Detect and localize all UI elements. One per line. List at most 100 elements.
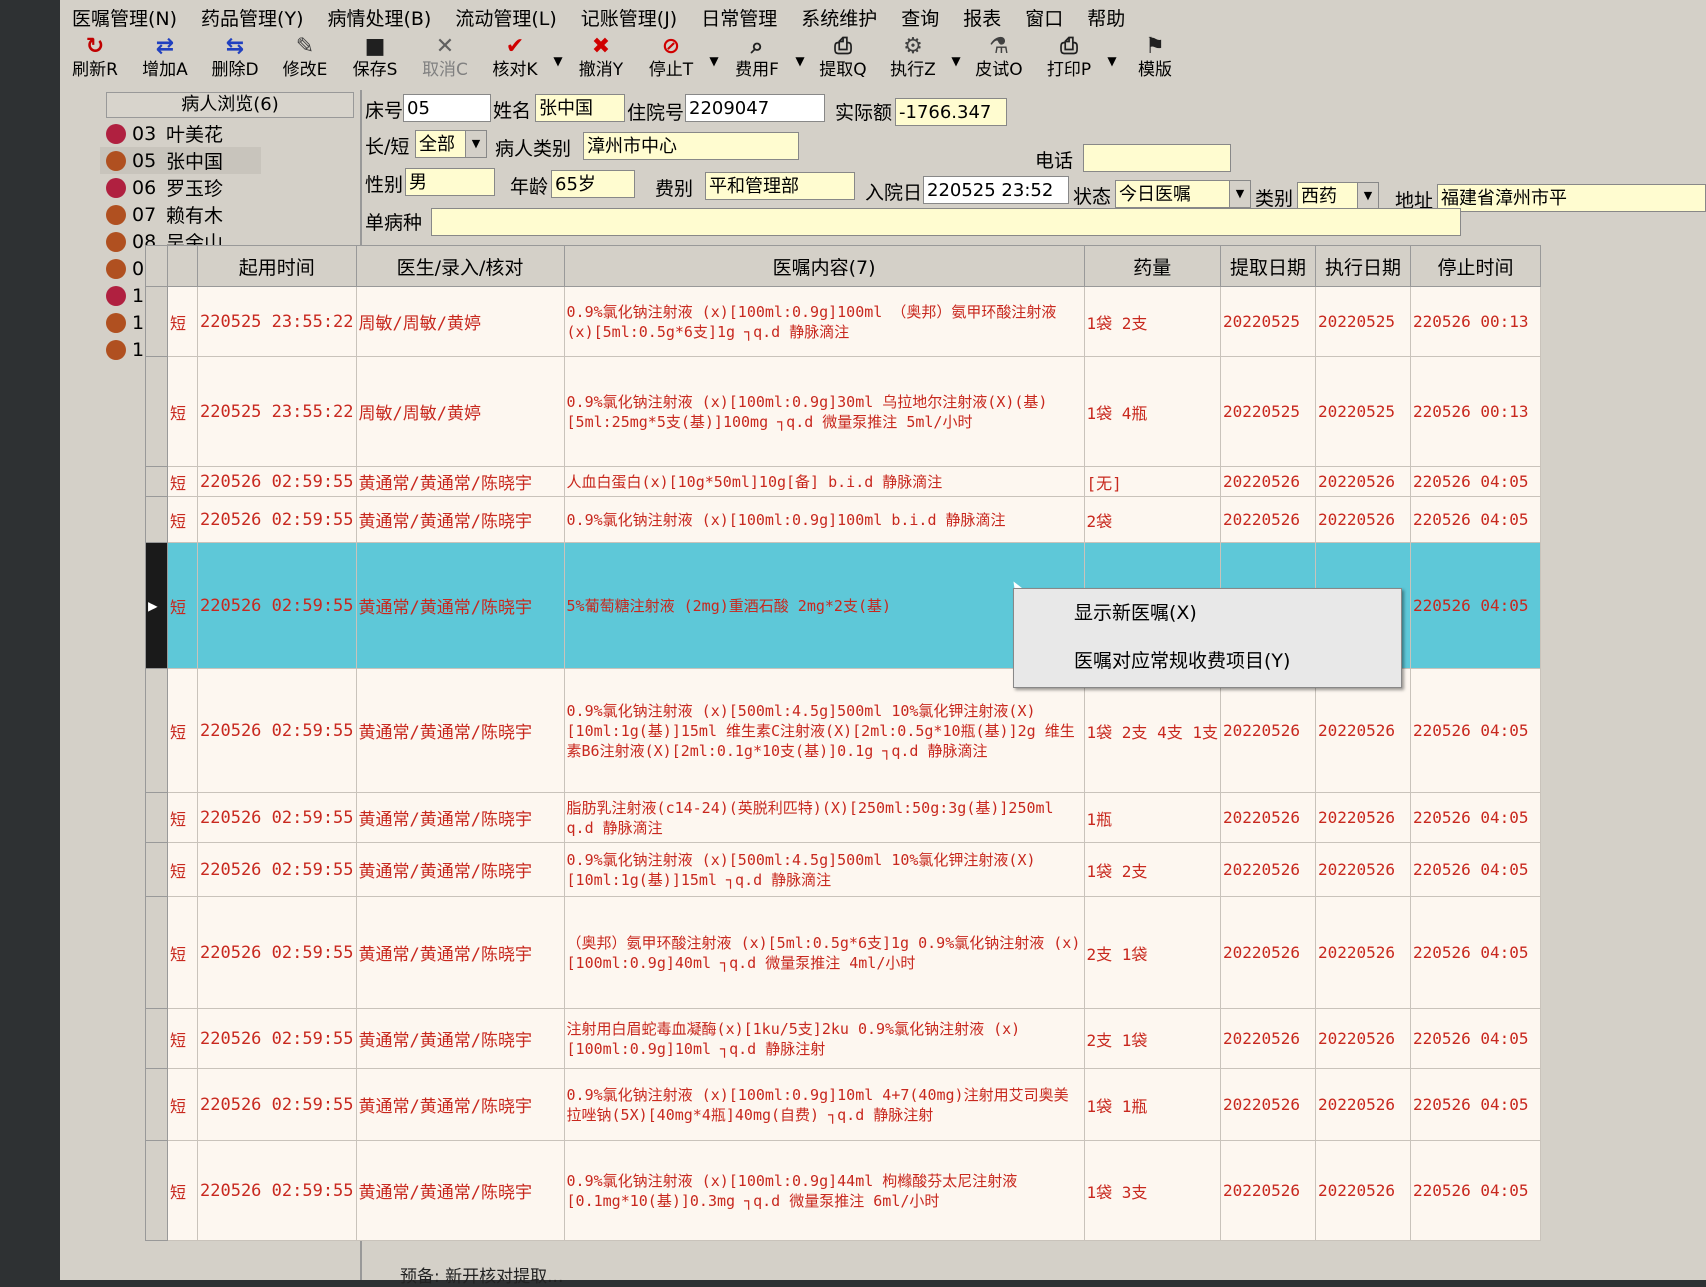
- table-row[interactable]: 短 220525 23:55:22 周敏/周敏/黄婷 0.9%氯化钠注射液 (x)[1…: [145, 356, 1541, 467]
- row-indicator[interactable]: [145, 668, 168, 793]
- toolbar-button-11[interactable]: ⚙ 执行Z: [878, 34, 948, 88]
- chevron-down-icon[interactable]: ▼: [792, 34, 808, 88]
- name-field[interactable]: 张中国: [535, 94, 625, 122]
- toolbar-button-6[interactable]: ✔ 核对K: [480, 34, 550, 88]
- table-row[interactable]: 短 220526 02:59:55 黄通常/黄通常/陈晓宇 0.9%氯化钠注射液 (x…: [145, 1140, 1541, 1241]
- table-row[interactable]: 短 220526 02:59:55 黄通常/黄通常/陈晓宇 0.9%氯化钠注射液 (x…: [145, 496, 1541, 543]
- toolbar-button-5[interactable]: ✕ 取消C: [410, 34, 480, 88]
- cell-start: 220526 02:59:55: [197, 1008, 357, 1069]
- chevron-down-icon[interactable]: ▼: [706, 34, 722, 88]
- chevron-down-icon[interactable]: ▼: [1104, 34, 1120, 88]
- column-header[interactable]: 执行日期: [1314, 245, 1411, 287]
- table-row[interactable]: 短 220526 02:59:55 黄通常/黄通常/陈晓宇 0.9%氯化钠注射液 (x…: [145, 842, 1541, 897]
- cell-kind: 短: [167, 286, 198, 357]
- column-header[interactable]: 停止时间: [1409, 245, 1541, 287]
- toolbar-button-1[interactable]: ⇄ 增加A: [130, 34, 200, 88]
- menu-item-3[interactable]: 流动管理(L): [443, 4, 568, 31]
- cell-exec: 20220525: [1314, 356, 1411, 467]
- long-short-label: 长/短: [365, 136, 410, 158]
- category-field[interactable]: 漳州市中心: [583, 132, 799, 160]
- menu-item-7[interactable]: 查询: [889, 4, 951, 31]
- patient-list-item[interactable]: 03 叶美花: [100, 120, 360, 147]
- table-row[interactable]: 短 220526 02:59:55 黄通常/黄通常/陈晓宇 注射用白眉蛇毒血凝酶(x)…: [145, 1008, 1541, 1069]
- menu-item-1[interactable]: 药品管理(Y): [189, 4, 315, 31]
- table-row[interactable]: 短 220526 02:59:55 黄通常/黄通常/陈晓宇 人血白蛋白(x)[10g*…: [145, 466, 1541, 497]
- menu-item-8[interactable]: 报表: [951, 4, 1013, 31]
- toolbar-button-8[interactable]: ⊘ 停止T: [636, 34, 706, 88]
- column-header[interactable]: 医嘱内容(7): [563, 245, 1085, 287]
- phone-field[interactable]: [1083, 144, 1231, 172]
- context-menu-item-fee-items[interactable]: 医嘱对应常规收费项目(Y): [1014, 637, 1401, 685]
- row-indicator[interactable]: [145, 896, 168, 1009]
- table-row[interactable]: 短 220526 02:59:55 黄通常/黄通常/陈晓宇 （奥邦）氨甲环酸注射液 (…: [145, 896, 1541, 1009]
- order-grid: 起用时间 医生/录入/核对 医嘱内容(7) 药量 提取日期 执行日期 停止时间短 220525…: [145, 245, 1706, 1280]
- toolbar-button-12[interactable]: ⚗ 皮试O: [964, 34, 1034, 88]
- table-row[interactable]: 短 220526 02:59:55 黄通常/黄通常/陈晓宇 脂肪乳注射液(c14-24…: [145, 792, 1541, 843]
- column-header[interactable]: 医生/录入/核对: [355, 245, 565, 287]
- menu-item-10[interactable]: 帮助: [1075, 4, 1137, 31]
- admit-field[interactable]: 220525 23:52: [923, 176, 1069, 204]
- row-indicator[interactable]: [145, 1140, 168, 1241]
- toolbar-button-2[interactable]: ⇆ 删除D: [200, 34, 270, 88]
- menu-item-9[interactable]: 窗口: [1013, 4, 1075, 31]
- address-field[interactable]: 福建省漳州市平: [1437, 184, 1706, 212]
- toolbar-button-label: 执行Z: [890, 60, 936, 80]
- chevron-down-icon[interactable]: ▼: [948, 34, 964, 88]
- row-indicator[interactable]: [145, 356, 168, 467]
- row-indicator[interactable]: [145, 1008, 168, 1069]
- toolbar-button-0[interactable]: ↻ 刷新R: [60, 34, 130, 88]
- cell-dose: 1瓶: [1083, 792, 1221, 843]
- cell-doctor: 黄通常/黄通常/陈晓宇: [355, 792, 565, 843]
- toolbar-button-13[interactable]: ⎙ 打印P: [1034, 34, 1104, 88]
- patient-list-item[interactable]: 05 张中国: [100, 147, 261, 174]
- context-menu-item-show-new-orders[interactable]: 显示新医嘱(X): [1014, 589, 1401, 637]
- long-short-select[interactable]: 全部 ▼: [415, 130, 487, 158]
- menu-item-0[interactable]: 医嘱管理(N): [60, 4, 189, 31]
- row-indicator[interactable]: [145, 1068, 168, 1141]
- row-indicator[interactable]: [145, 496, 168, 543]
- extract-icon: ⎙: [834, 34, 852, 59]
- row-indicator[interactable]: [145, 286, 168, 357]
- row-indicator[interactable]: [145, 466, 168, 497]
- cell-kind: 短: [167, 466, 198, 497]
- fee-field[interactable]: 平和管理部: [705, 172, 855, 200]
- menu-item-5[interactable]: 日常管理: [689, 4, 789, 31]
- age-field[interactable]: 65岁: [551, 170, 635, 198]
- column-header[interactable]: 起用时间: [197, 245, 357, 287]
- sex-field[interactable]: 男: [405, 168, 495, 196]
- column-header[interactable]: 提取日期: [1219, 245, 1316, 287]
- column-header[interactable]: 药量: [1083, 245, 1221, 287]
- status-select[interactable]: 今日医嘱 ▼: [1115, 180, 1251, 208]
- menu-item-4[interactable]: 记账管理(J): [569, 4, 689, 31]
- disease-field[interactable]: [431, 208, 1461, 236]
- toolbar-button-7[interactable]: ✖ 撤消Y: [566, 34, 636, 88]
- table-row[interactable]: 短 220526 02:59:55 黄通常/黄通常/陈晓宇 0.9%氯化钠注射液 (x…: [145, 1068, 1541, 1141]
- cell-content: 0.9%氯化钠注射液 (x)[100ml:0.9g]44ml 枸橼酸芬太尼注射液…: [563, 1140, 1085, 1241]
- chevron-down-icon[interactable]: ▼: [465, 131, 486, 157]
- patient-list-item[interactable]: 06 罗玉珍: [100, 174, 360, 201]
- toolbar-button-14[interactable]: ⚑ 模版: [1120, 34, 1190, 88]
- patient-list-item[interactable]: 07 赖有木: [100, 201, 360, 228]
- actual-field[interactable]: -1766.347: [895, 98, 1007, 126]
- inpatient-field[interactable]: 2209047: [685, 94, 825, 122]
- menu-item-6[interactable]: 系统维护: [789, 4, 889, 31]
- edit-icon: ✎: [295, 34, 315, 59]
- row-indicator[interactable]: [145, 842, 168, 897]
- chevron-down-icon[interactable]: ▼: [1229, 181, 1250, 207]
- toolbar-button-3[interactable]: ✎ 修改E: [270, 34, 340, 88]
- table-row[interactable]: 短 220525 23:55:22 周敏/周敏/黄婷 0.9%氯化钠注射液 (x)[1…: [145, 286, 1541, 357]
- chevron-down-icon[interactable]: ▼: [550, 34, 566, 88]
- type-select[interactable]: 西药 ▼: [1297, 182, 1379, 210]
- bed-field[interactable]: 05: [403, 94, 491, 122]
- toolbar-button-4[interactable]: ■ 保存S: [340, 34, 410, 88]
- cell-exec: 20220526: [1314, 466, 1411, 497]
- toolbar-button-9[interactable]: ⌕ 费用F: [722, 34, 792, 88]
- patient-avatar-icon: [106, 285, 126, 306]
- menu-item-2[interactable]: 病情处理(B): [315, 4, 443, 31]
- cell-stop: 220526 04:05: [1409, 842, 1541, 897]
- toolbar-button-10[interactable]: ⎙ 提取Q: [808, 34, 878, 88]
- row-indicator[interactable]: [145, 792, 168, 843]
- cell-exec: 20220526: [1314, 792, 1411, 843]
- row-indicator[interactable]: ▶: [145, 542, 168, 669]
- chevron-down-icon[interactable]: ▼: [1357, 183, 1378, 209]
